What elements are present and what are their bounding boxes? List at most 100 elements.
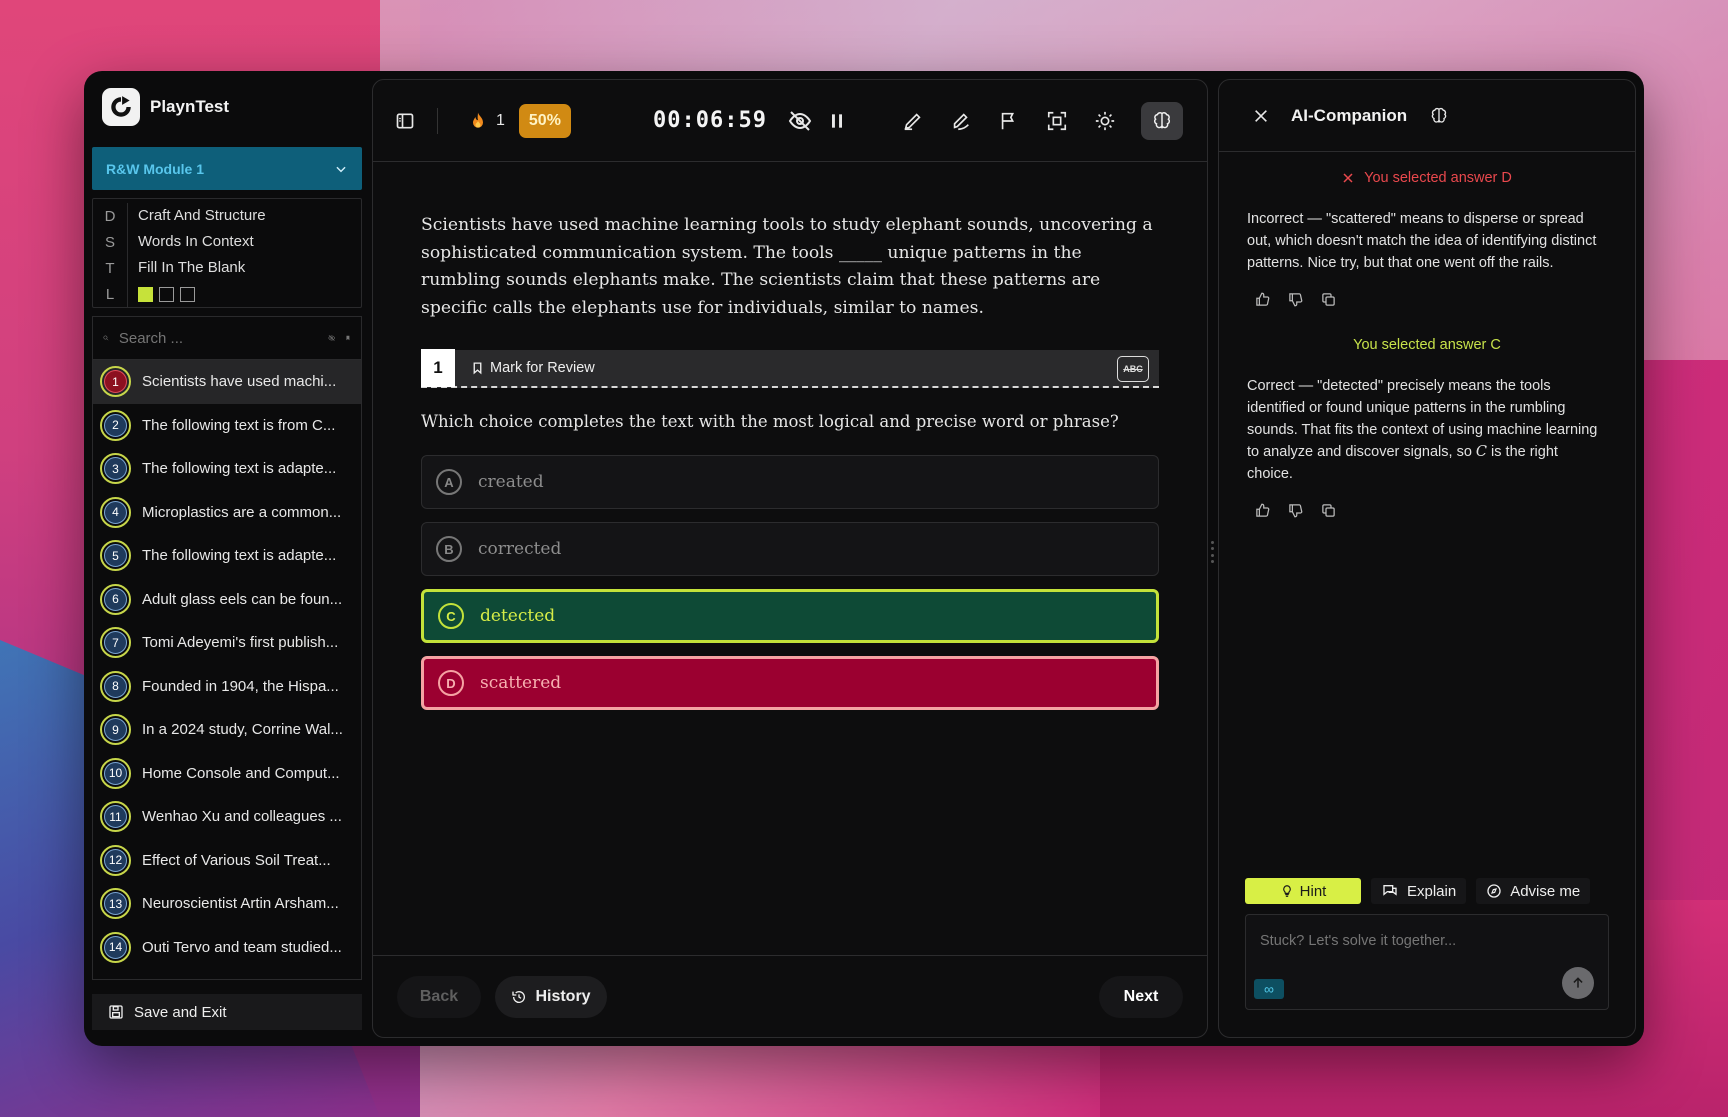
search-icon — [103, 335, 109, 341]
eye-off-icon[interactable] — [328, 328, 335, 348]
question-item[interactable]: 13 Neuroscientist Artin Arsham... — [93, 882, 361, 926]
module-dropdown[interactable]: R&W Module 1 — [92, 147, 362, 190]
question-preview: Tomi Adeyemi's first publish... — [142, 634, 339, 652]
question-item[interactable]: 7 Tomi Adeyemi's first publish... — [93, 621, 361, 665]
toolbar: 1 50% 00:06:59 — [373, 80, 1207, 162]
history-icon — [512, 990, 526, 1003]
level-swatch — [159, 286, 174, 302]
question-item[interactable]: 10 Home Console and Comput... — [93, 752, 361, 796]
app-window: PlaynTest R&W Module 1 D Craft And Struc… — [84, 71, 1644, 1046]
fullscreen-icon[interactable] — [1045, 109, 1069, 133]
mark-for-review-button[interactable]: Mark for Review — [471, 360, 595, 376]
hide-timer-icon[interactable] — [788, 109, 812, 133]
question-number-badge: 3 — [100, 453, 131, 485]
dstl-row-domain: D Craft And Structure — [93, 203, 361, 229]
next-button[interactable]: Next — [1099, 975, 1183, 1018]
passage-text: Scientists have used machine learning to… — [421, 215, 1153, 318]
question-number-badge: 8 — [100, 670, 131, 702]
thumbs-up-icon[interactable] — [1255, 503, 1270, 518]
toolbar-divider — [437, 107, 438, 134]
app-name: PlaynTest — [150, 97, 230, 116]
level-swatch — [138, 286, 153, 302]
ai-conversation: You selected answer D Incorrect — "scatt… — [1219, 170, 1635, 518]
save-and-exit-button[interactable]: Save and Exit — [92, 994, 362, 1030]
choice-letter: A — [436, 469, 462, 495]
brain-icon — [1431, 107, 1447, 123]
tab-hint[interactable]: Hint — [1245, 878, 1361, 904]
brightness-icon[interactable] — [1093, 109, 1117, 133]
panel-resize-handle[interactable] — [1211, 541, 1215, 563]
question-item[interactable]: 8 Founded in 1904, the Hispa... — [93, 665, 361, 709]
arrow-up-icon — [1573, 977, 1583, 988]
send-button[interactable] — [1562, 967, 1594, 999]
question-number-badge: 6 — [100, 583, 131, 615]
question-preview: The following text is from C... — [142, 416, 336, 434]
ai-companion-toggle-button[interactable] — [1141, 101, 1183, 140]
thumbs-down-icon[interactable] — [1288, 503, 1303, 518]
question-item[interactable]: 3 The following text is adapte... — [93, 447, 361, 491]
ai-message-wrong: Incorrect — "scattered" means to dispers… — [1247, 211, 1597, 271]
choice-b[interactable]: B corrected — [421, 522, 1159, 576]
toggle-sidebar-icon[interactable] — [393, 109, 417, 133]
search-input[interactable] — [118, 329, 318, 347]
history-label: History — [535, 987, 591, 1005]
compass-icon — [1487, 884, 1501, 898]
choice-c[interactable]: C detected — [421, 589, 1159, 643]
question-item[interactable]: 14 Outi Tervo and team studied... — [93, 926, 361, 970]
tab-advise[interactable]: Advise me — [1476, 878, 1591, 904]
choice-a[interactable]: A created — [421, 455, 1159, 509]
dstl-info: D Craft And Structure S Words In Context… — [92, 198, 362, 308]
brand: PlaynTest — [92, 79, 362, 135]
selected-wrong-notice: You selected answer D — [1247, 170, 1607, 186]
thumbs-up-icon[interactable] — [1255, 292, 1270, 307]
choice-text: corrected — [478, 539, 562, 559]
infinity-badge[interactable]: ∞ — [1254, 979, 1284, 999]
question-list: 1 Scientists have used machi... 2 The foll… — [92, 360, 362, 980]
module-label: R&W Module 1 — [106, 160, 204, 177]
bookmark-icon[interactable] — [345, 329, 351, 347]
question-item[interactable]: 6 Adult glass eels can be foun... — [93, 578, 361, 622]
choice-text: detected — [480, 606, 556, 626]
question-preview: The following text is adapte... — [142, 460, 337, 478]
chat-icon — [1383, 885, 1397, 896]
sidebar: PlaynTest R&W Module 1 D Craft And Struc… — [92, 79, 362, 1038]
level-indicator — [127, 281, 201, 307]
question-item[interactable]: 9 In a 2024 study, Corrine Wal... — [93, 708, 361, 752]
question-number-badge: 4 — [100, 496, 131, 528]
copy-icon[interactable] — [1321, 503, 1336, 518]
strikethrough-toggle-button[interactable]: ABC — [1117, 356, 1149, 382]
history-button[interactable]: History — [495, 975, 607, 1018]
choice-d[interactable]: D scattered — [421, 656, 1159, 710]
question-item[interactable]: 4 Microplastics are a common... — [93, 491, 361, 535]
ai-mode-tabs: Hint Explain Advise me — [1245, 878, 1591, 904]
close-icon[interactable] — [1253, 108, 1269, 124]
lightbulb-icon — [1282, 885, 1291, 897]
question-item[interactable]: 1 Scientists have used machi... — [93, 360, 361, 404]
question-number-badge: 10 — [100, 757, 131, 789]
pen-icon[interactable] — [901, 109, 925, 133]
ai-chat-input[interactable] — [1260, 933, 1590, 949]
question-header-bar: 1 Mark for Review ABC — [421, 349, 1159, 388]
question-item[interactable]: 2 The following text is from C... — [93, 404, 361, 448]
chevron-down-icon — [336, 166, 346, 172]
thumbs-down-icon[interactable] — [1288, 292, 1303, 307]
question-item[interactable]: 11 Wenhao Xu and colleagues ... — [93, 795, 361, 839]
flag-icon[interactable] — [997, 109, 1021, 133]
ai-title: AI-Companion — [1291, 105, 1408, 125]
back-button[interactable]: Back — [397, 975, 481, 1018]
save-and-exit-label: Save and Exit — [134, 1003, 227, 1021]
search-box — [92, 316, 362, 360]
toolbar-tools — [901, 101, 1183, 140]
choice-text: created — [478, 472, 544, 492]
question-number-badge: 7 — [100, 627, 131, 659]
question-number-badge: 5 — [100, 540, 131, 572]
question-item[interactable]: 12 Effect of Various Soil Treat... — [93, 839, 361, 883]
highlighter-icon[interactable] — [949, 109, 973, 133]
question-item[interactable]: 5 The following text is adapte... — [93, 534, 361, 578]
pause-icon[interactable] — [825, 109, 849, 133]
question-number-badge: 14 — [100, 931, 131, 963]
message-actions — [1247, 503, 1607, 518]
tab-explain[interactable]: Explain — [1371, 878, 1467, 904]
question-number: 1 — [421, 349, 455, 387]
copy-icon[interactable] — [1321, 292, 1336, 307]
